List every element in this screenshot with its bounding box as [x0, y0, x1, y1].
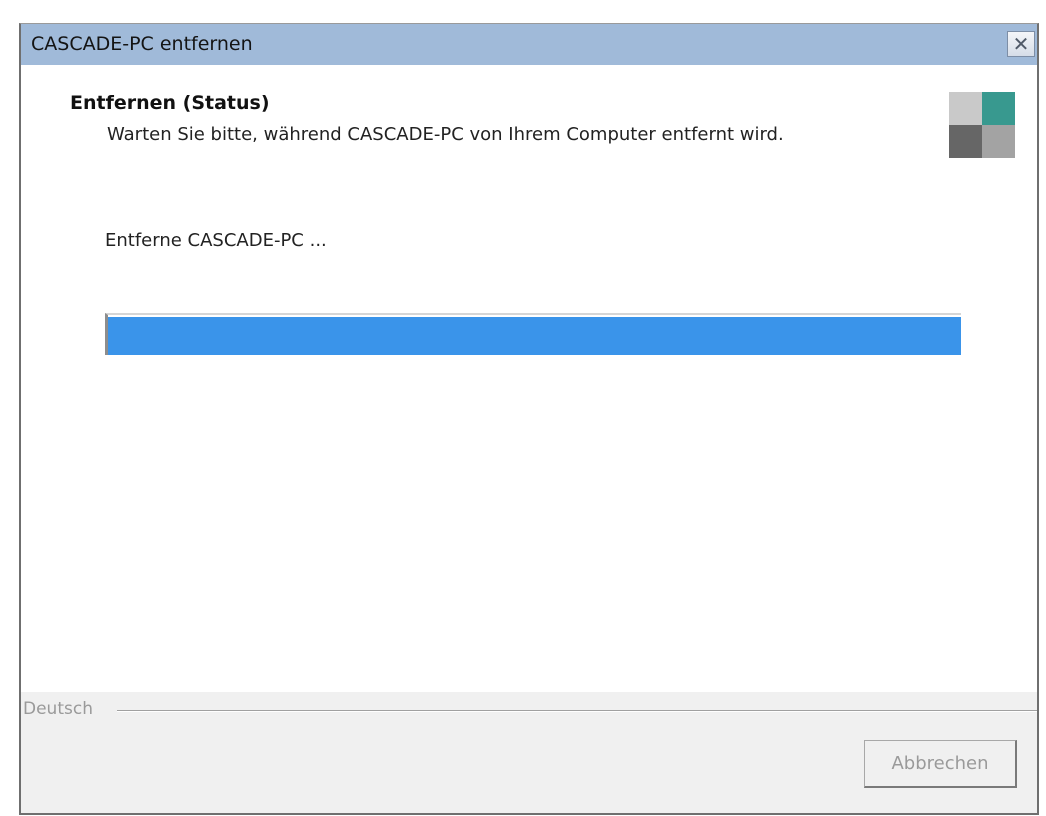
footer: Deutsch Abbrechen [21, 692, 1037, 813]
uninstall-dialog: CASCADE-PC entfernen ✕ Entfernen (Status… [19, 23, 1039, 815]
installer-logo-icon [949, 92, 1015, 158]
close-icon: ✕ [1012, 32, 1030, 56]
window-title: CASCADE-PC entfernen [31, 33, 253, 55]
status-text: Entferne CASCADE-PC ... [105, 230, 327, 251]
page-description: Warten Sie bitte, während CASCADE-PC von… [107, 124, 784, 145]
page-heading: Entfernen (Status) [70, 92, 270, 114]
logo-tile-gray [982, 125, 1015, 158]
progress-bar [105, 313, 961, 355]
logo-tile-dark [949, 125, 982, 158]
footer-divider [117, 710, 1037, 711]
logo-tile-teal [982, 92, 1015, 125]
cancel-button[interactable]: Abbrechen [864, 740, 1017, 788]
language-label: Deutsch [23, 699, 99, 719]
logo-tile-light [949, 92, 982, 125]
close-button[interactable]: ✕ [1007, 31, 1035, 57]
title-bar[interactable]: CASCADE-PC entfernen ✕ [21, 24, 1037, 65]
progress-bar-fill [108, 317, 961, 355]
